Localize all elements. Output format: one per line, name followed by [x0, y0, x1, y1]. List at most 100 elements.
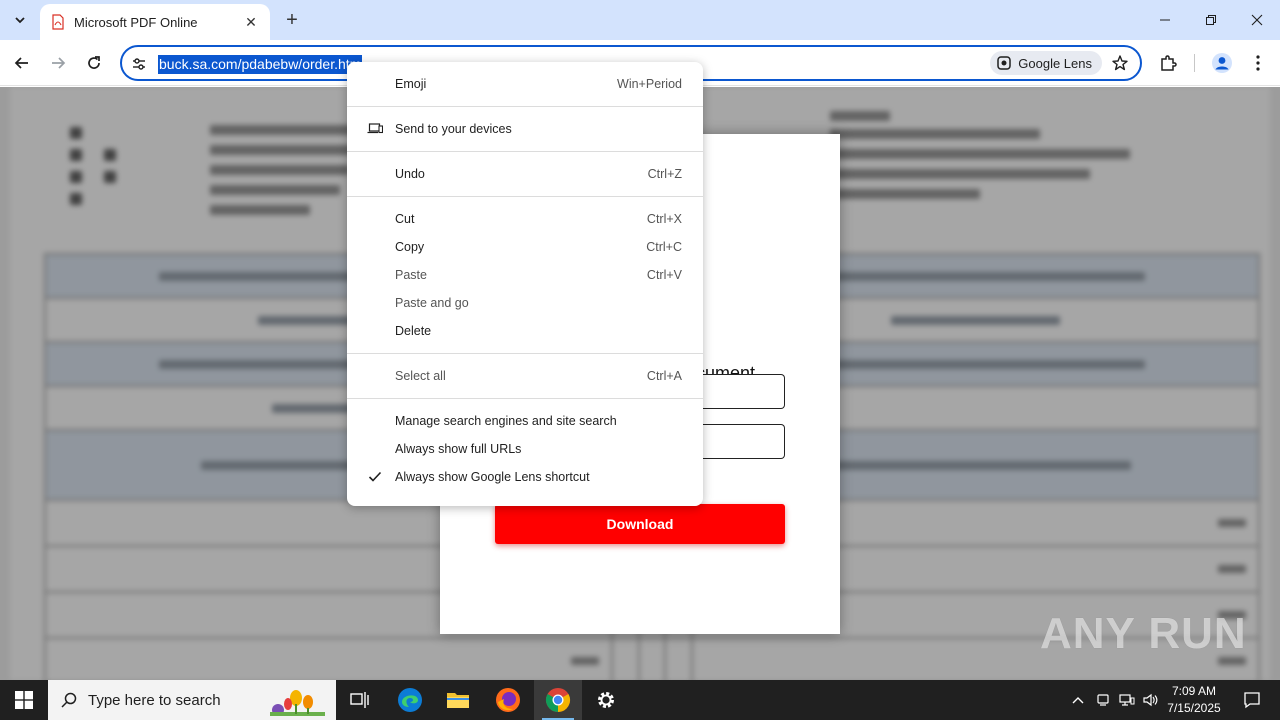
tray-volume-button[interactable]: [1140, 680, 1162, 720]
kebab-menu-icon: [1256, 55, 1260, 71]
arrow-left-icon: [14, 57, 28, 69]
menu-item-label: Copy: [395, 240, 425, 254]
tray-overflow-button[interactable]: [1066, 680, 1090, 720]
menu-item-emoji[interactable]: Emoji Win+Period: [347, 70, 703, 98]
menu-item-paste[interactable]: Paste Ctrl+V: [347, 261, 703, 289]
windows-taskbar: Type here to search 7:09 AM 7/15/2025: [0, 680, 1280, 720]
menu-item-cut[interactable]: Cut Ctrl+X: [347, 205, 703, 233]
menu-item-label: Manage search engines and site search: [395, 414, 617, 428]
menu-item-select-all[interactable]: Select all Ctrl+A: [347, 362, 703, 390]
menu-item-label: Always show full URLs: [395, 442, 522, 456]
site-info-icon[interactable]: [130, 55, 148, 73]
taskbar-firefox[interactable]: [484, 680, 532, 720]
menu-item-undo[interactable]: Undo Ctrl+Z: [347, 160, 703, 188]
devices-icon: [367, 121, 383, 137]
puzzle-icon: [1161, 55, 1177, 71]
menu-item-label: Paste: [395, 268, 427, 282]
menu-item-shortcut: Ctrl+A: [646, 369, 682, 383]
reload-icon: [88, 56, 100, 69]
speaker-icon: [1143, 693, 1158, 707]
chevron-up-icon: [1072, 697, 1084, 704]
browser-tab[interactable]: Microsoft PDF Online ✕: [40, 4, 270, 40]
anyrun-watermark: ANY RUN: [1040, 609, 1247, 658]
menu-separator: [347, 398, 703, 399]
restore-button[interactable]: [1188, 0, 1234, 40]
clock-date: 7/15/2025: [1167, 701, 1221, 715]
menu-item-shortcut: Win+Period: [617, 77, 682, 91]
download-button[interactable]: Download: [495, 504, 785, 544]
flowers-decoration-icon: [270, 690, 325, 716]
network-icon: [1119, 694, 1135, 706]
forward-button[interactable]: [44, 49, 72, 77]
back-button[interactable]: [8, 49, 36, 77]
task-view-button[interactable]: [336, 680, 384, 720]
menu-item-shortcut: Ctrl+C: [646, 240, 682, 254]
menu-item-shortcut: Ctrl+V: [646, 268, 682, 282]
menu-separator: [347, 106, 703, 107]
chrome-icon: [545, 688, 571, 712]
taskbar-edge[interactable]: [386, 680, 434, 720]
menu-item-label: Always show Google Lens shortcut: [395, 470, 590, 484]
bookmark-star-icon[interactable]: [1110, 53, 1130, 73]
menu-item-send-to-devices[interactable]: Send to your devices: [347, 115, 703, 143]
menu-item-paste-and-go[interactable]: Paste and go: [347, 289, 703, 317]
google-lens-label: Google Lens: [1018, 55, 1092, 71]
checkmark-icon: [367, 469, 383, 485]
extensions-button[interactable]: [1154, 49, 1182, 77]
tray-device-button[interactable]: [1092, 680, 1114, 720]
close-window-button[interactable]: [1234, 0, 1280, 40]
minimize-icon: [1160, 19, 1170, 21]
notification-center-button[interactable]: [1232, 680, 1272, 720]
windows-logo-icon: [15, 691, 33, 709]
google-lens-chip[interactable]: Google Lens: [990, 51, 1102, 75]
edge-icon: [398, 688, 422, 712]
taskbar-settings[interactable]: [582, 680, 630, 720]
pdf-file-icon: [52, 14, 64, 30]
menu-separator: [347, 151, 703, 152]
chevron-down-icon: [15, 17, 25, 24]
avatar-icon: [1212, 53, 1232, 73]
minimize-button[interactable]: [1142, 0, 1188, 40]
menu-item-delete[interactable]: Delete: [347, 317, 703, 345]
notification-icon: [1244, 692, 1260, 709]
menu-item-label: Undo: [395, 167, 425, 181]
taskbar-chrome[interactable]: [534, 680, 582, 720]
menu-item-manage-search-engines[interactable]: Manage search engines and site search: [347, 407, 703, 435]
taskbar-search-box[interactable]: Type here to search: [48, 680, 336, 720]
search-icon: [61, 692, 77, 708]
menu-separator: [347, 353, 703, 354]
chrome-menu-button[interactable]: [1244, 49, 1272, 77]
menu-item-label: Delete: [395, 324, 432, 338]
browser-titlebar: Microsoft PDF Online ✕ +: [0, 0, 1280, 40]
taskbar-file-explorer[interactable]: [434, 680, 482, 720]
profile-button[interactable]: [1208, 49, 1236, 77]
menu-item-always-show-full-urls[interactable]: Always show full URLs: [347, 435, 703, 463]
arrow-right-icon: [52, 57, 66, 69]
tab-close-icon[interactable]: ✕: [242, 13, 260, 31]
menu-item-label: Send to your devices: [395, 122, 512, 136]
task-view-icon: [350, 692, 369, 708]
context-menu: Emoji Win+Period Send to your devices Un…: [347, 62, 703, 506]
taskbar-clock[interactable]: 7:09 AM 7/15/2025: [1162, 683, 1226, 717]
menu-item-label: Cut: [395, 212, 415, 226]
menu-item-shortcut: Ctrl+X: [646, 212, 682, 226]
device-icon: [1097, 694, 1109, 706]
restore-icon: [1206, 15, 1216, 25]
tray-network-button[interactable]: [1116, 680, 1138, 720]
lens-icon: [997, 56, 1012, 70]
start-button[interactable]: [0, 680, 48, 720]
menu-item-label: Select all: [395, 369, 446, 383]
menu-item-copy[interactable]: Copy Ctrl+C: [347, 233, 703, 261]
firefox-icon: [496, 688, 520, 712]
tab-title: Microsoft PDF Online: [74, 14, 198, 30]
search-placeholder: Type here to search: [88, 691, 221, 709]
url-text[interactable]: buck.sa.com/pdabebw/order.htm: [158, 55, 363, 74]
close-icon: [1251, 14, 1263, 26]
clock-time: 7:09 AM: [1171, 684, 1217, 698]
menu-item-always-show-lens-shortcut[interactable]: Always show Google Lens shortcut: [347, 463, 703, 491]
menu-separator: [347, 196, 703, 197]
menu-item-shortcut: Ctrl+Z: [647, 167, 682, 181]
tab-search-button[interactable]: [8, 8, 32, 32]
reload-button[interactable]: [80, 49, 108, 77]
new-tab-button[interactable]: +: [280, 8, 304, 32]
